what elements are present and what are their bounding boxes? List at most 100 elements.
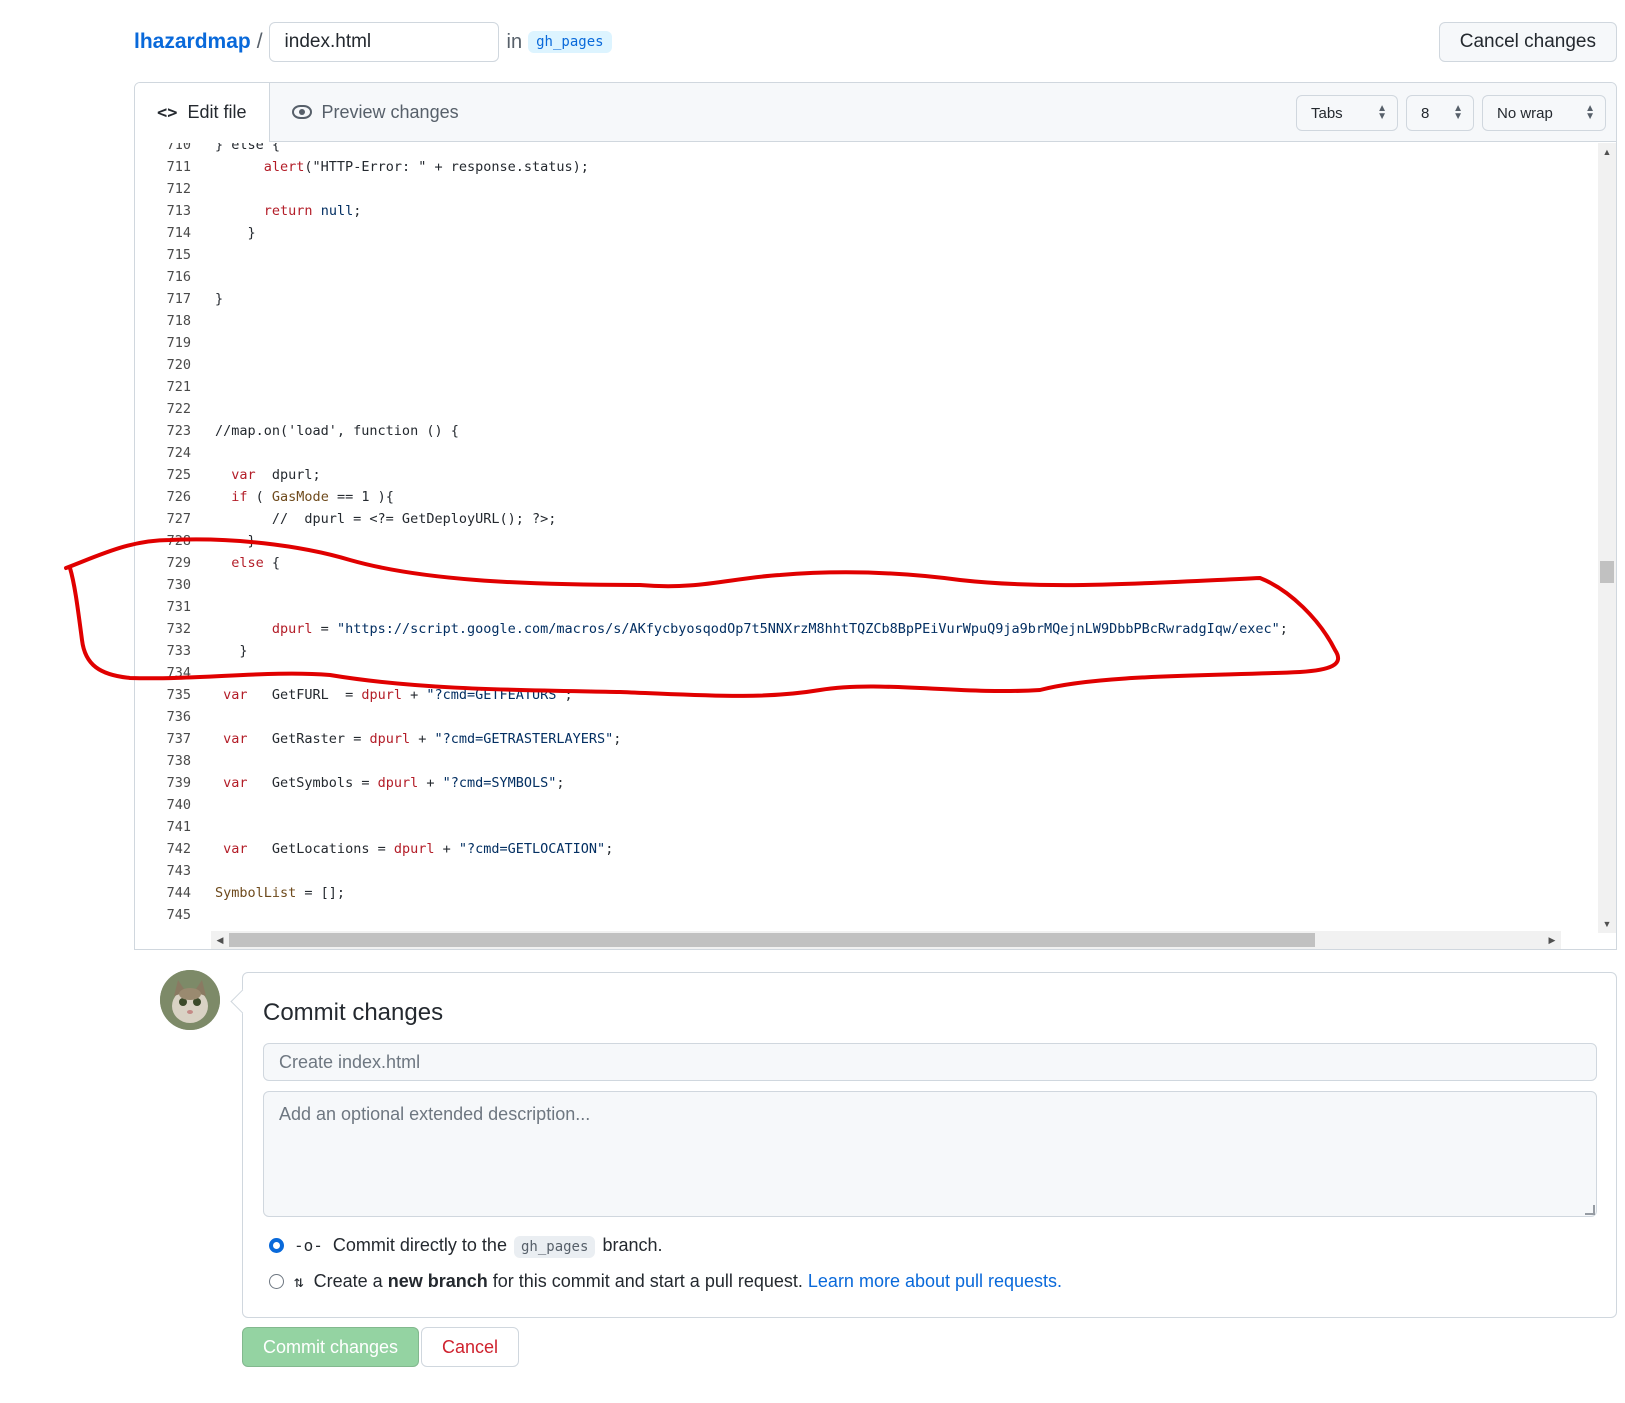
line-number: 731 [166, 599, 191, 615]
code-text: } [215, 640, 247, 662]
cancel-button[interactable]: Cancel [421, 1327, 520, 1367]
commit-direct-option[interactable]: -o- Commit directly to the gh_pages bran… [269, 1235, 662, 1258]
code-token: alert [263, 159, 305, 175]
repo-link[interactable]: lhazardmap [134, 30, 251, 54]
line-number: 717 [166, 291, 191, 307]
code-line[interactable]: 732 dpurl = "https://script.google.com/m… [135, 618, 1600, 640]
code-text: dpurl = "https://script.google.com/macro… [215, 618, 1288, 640]
in-label: in [506, 30, 523, 53]
wrap-mode-select[interactable]: No wrap ▲ ▼ [1482, 95, 1606, 131]
code-icon: <> [157, 102, 178, 123]
line-number: 740 [166, 797, 191, 813]
cancel-changes-button[interactable]: Cancel changes [1438, 22, 1617, 62]
tab-preview-changes[interactable]: Preview changes [270, 83, 481, 141]
learn-more-link[interactable]: Learn more about pull requests. [808, 1271, 1062, 1291]
scroll-up-icon[interactable]: ▲ [1598, 143, 1616, 161]
code-line[interactable]: 718 [135, 310, 1600, 332]
scroll-down-icon[interactable]: ▼ [1598, 915, 1616, 933]
tab-edit-file[interactable]: <> Edit file [135, 83, 270, 142]
indent-size-select[interactable]: 8 ▲ ▼ [1406, 95, 1474, 131]
code-token: { [263, 555, 281, 571]
code-token: + [434, 841, 459, 857]
code-line[interactable]: 739 var GetSymbols = dpurl + "?cmd=SYMBO… [135, 772, 1600, 794]
scroll-right-icon[interactable]: ▶ [1543, 931, 1561, 949]
horizontal-scroll-thumb[interactable] [229, 933, 1315, 947]
code-line[interactable]: 741 [135, 816, 1600, 838]
vertical-scrollbar[interactable]: ▲ ▼ [1598, 143, 1616, 933]
code-line[interactable]: 717} [135, 288, 1600, 310]
code-line[interactable]: 730 [135, 574, 1600, 596]
code-line[interactable]: 736 [135, 706, 1600, 728]
code-line[interactable]: 733 } [135, 640, 1600, 662]
resize-handle-icon[interactable] [1585, 1205, 1595, 1215]
code-line[interactable]: 715 [135, 244, 1600, 266]
new-branch-radio[interactable] [269, 1274, 284, 1289]
code-text: } [215, 222, 256, 244]
line-number: 745 [166, 907, 191, 923]
code-line[interactable]: 737 var GetRaster = dpurl + "?cmd=GETRAS… [135, 728, 1600, 750]
code-text: if ( GasMode == 1 ){ [215, 486, 394, 508]
code-text: else { [215, 552, 280, 574]
code-line[interactable]: 743 [135, 860, 1600, 882]
line-number: 736 [166, 709, 191, 725]
line-number: 724 [166, 445, 191, 461]
code-line[interactable]: 742 var GetLocations = dpurl + "?cmd=GET… [135, 838, 1600, 860]
commit-title: Commit changes [263, 999, 444, 1026]
code-line[interactable]: 727 // dpurl = <?= GetDeployURL(); ?>; [135, 508, 1600, 530]
code-line[interactable]: 734 [135, 662, 1600, 684]
code-line[interactable]: 720 [135, 354, 1600, 376]
code-line[interactable]: 731 [135, 596, 1600, 618]
code-token: dpurl [369, 731, 411, 747]
code-line[interactable]: 726 if ( GasMode == 1 ){ [135, 486, 1600, 508]
code-line[interactable]: 724 [135, 442, 1600, 464]
code-token: if [231, 489, 248, 505]
code-token: "?cmd=GETFEATURS" [426, 687, 565, 703]
code-line[interactable]: 713 return null; [135, 200, 1600, 222]
line-number: 714 [166, 225, 191, 241]
code-token: dpurl [271, 621, 313, 637]
commit-message-input[interactable] [263, 1043, 1597, 1081]
code-line[interactable]: 721 [135, 376, 1600, 398]
code-line[interactable]: 740 [135, 794, 1600, 816]
line-number: 713 [166, 203, 191, 219]
scroll-left-icon[interactable]: ◀ [211, 931, 229, 949]
code-line[interactable]: 714 } [135, 222, 1600, 244]
code-line[interactable]: 711 alert("HTTP-Error: " + response.stat… [135, 156, 1600, 178]
code-line[interactable]: 725 var dpurl; [135, 464, 1600, 486]
code-token: } [215, 225, 256, 241]
code-line[interactable]: 719 [135, 332, 1600, 354]
line-number: 725 [166, 467, 191, 483]
line-number: 710 [166, 143, 191, 153]
line-number: 735 [166, 687, 191, 703]
code-editor[interactable]: 710} else {711 alert("HTTP-Error: " + re… [135, 143, 1600, 933]
code-line[interactable]: 722 [135, 398, 1600, 420]
commit-description-textarea[interactable] [263, 1091, 1597, 1217]
code-line[interactable]: 712 [135, 178, 1600, 200]
code-token: var [223, 841, 248, 857]
filename-input[interactable] [268, 22, 499, 62]
code-line[interactable]: 745 [135, 904, 1600, 926]
code-line[interactable]: 729 else { [135, 552, 1600, 574]
code-token: ("HTTP-Error: " + response.status); [304, 159, 589, 175]
code-token: ( [247, 489, 272, 505]
line-number: 728 [166, 533, 191, 549]
vertical-scroll-thumb[interactable] [1600, 561, 1614, 583]
code-line[interactable]: 744 SymbolList = []; [135, 882, 1600, 904]
code-line[interactable]: 728 } [135, 530, 1600, 552]
line-number: 716 [166, 269, 191, 285]
code-text: var GetRaster = dpurl + "?cmd=GETRASTERL… [215, 728, 621, 750]
line-number: 742 [166, 841, 191, 857]
code-line[interactable]: 735 var GetFURL = dpurl + "?cmd=GETFEATU… [135, 684, 1600, 706]
code-line[interactable]: 716 [135, 266, 1600, 288]
code-line[interactable]: 723 //map.on('load', function () { [135, 420, 1600, 442]
code-line[interactable]: 738 [135, 750, 1600, 772]
horizontal-scrollbar[interactable]: ◀ ▶ [211, 931, 1561, 949]
code-token: SymbolList [215, 885, 297, 901]
code-line[interactable]: 710} else { [135, 143, 1600, 156]
new-branch-option[interactable]: ⇅ Create a new branch for this commit an… [269, 1271, 1062, 1292]
indent-mode-select[interactable]: Tabs ▲ ▼ [1296, 95, 1398, 131]
line-number: 730 [166, 577, 191, 593]
commit-direct-radio[interactable] [269, 1238, 284, 1253]
commit-changes-button[interactable]: Commit changes [242, 1327, 420, 1367]
